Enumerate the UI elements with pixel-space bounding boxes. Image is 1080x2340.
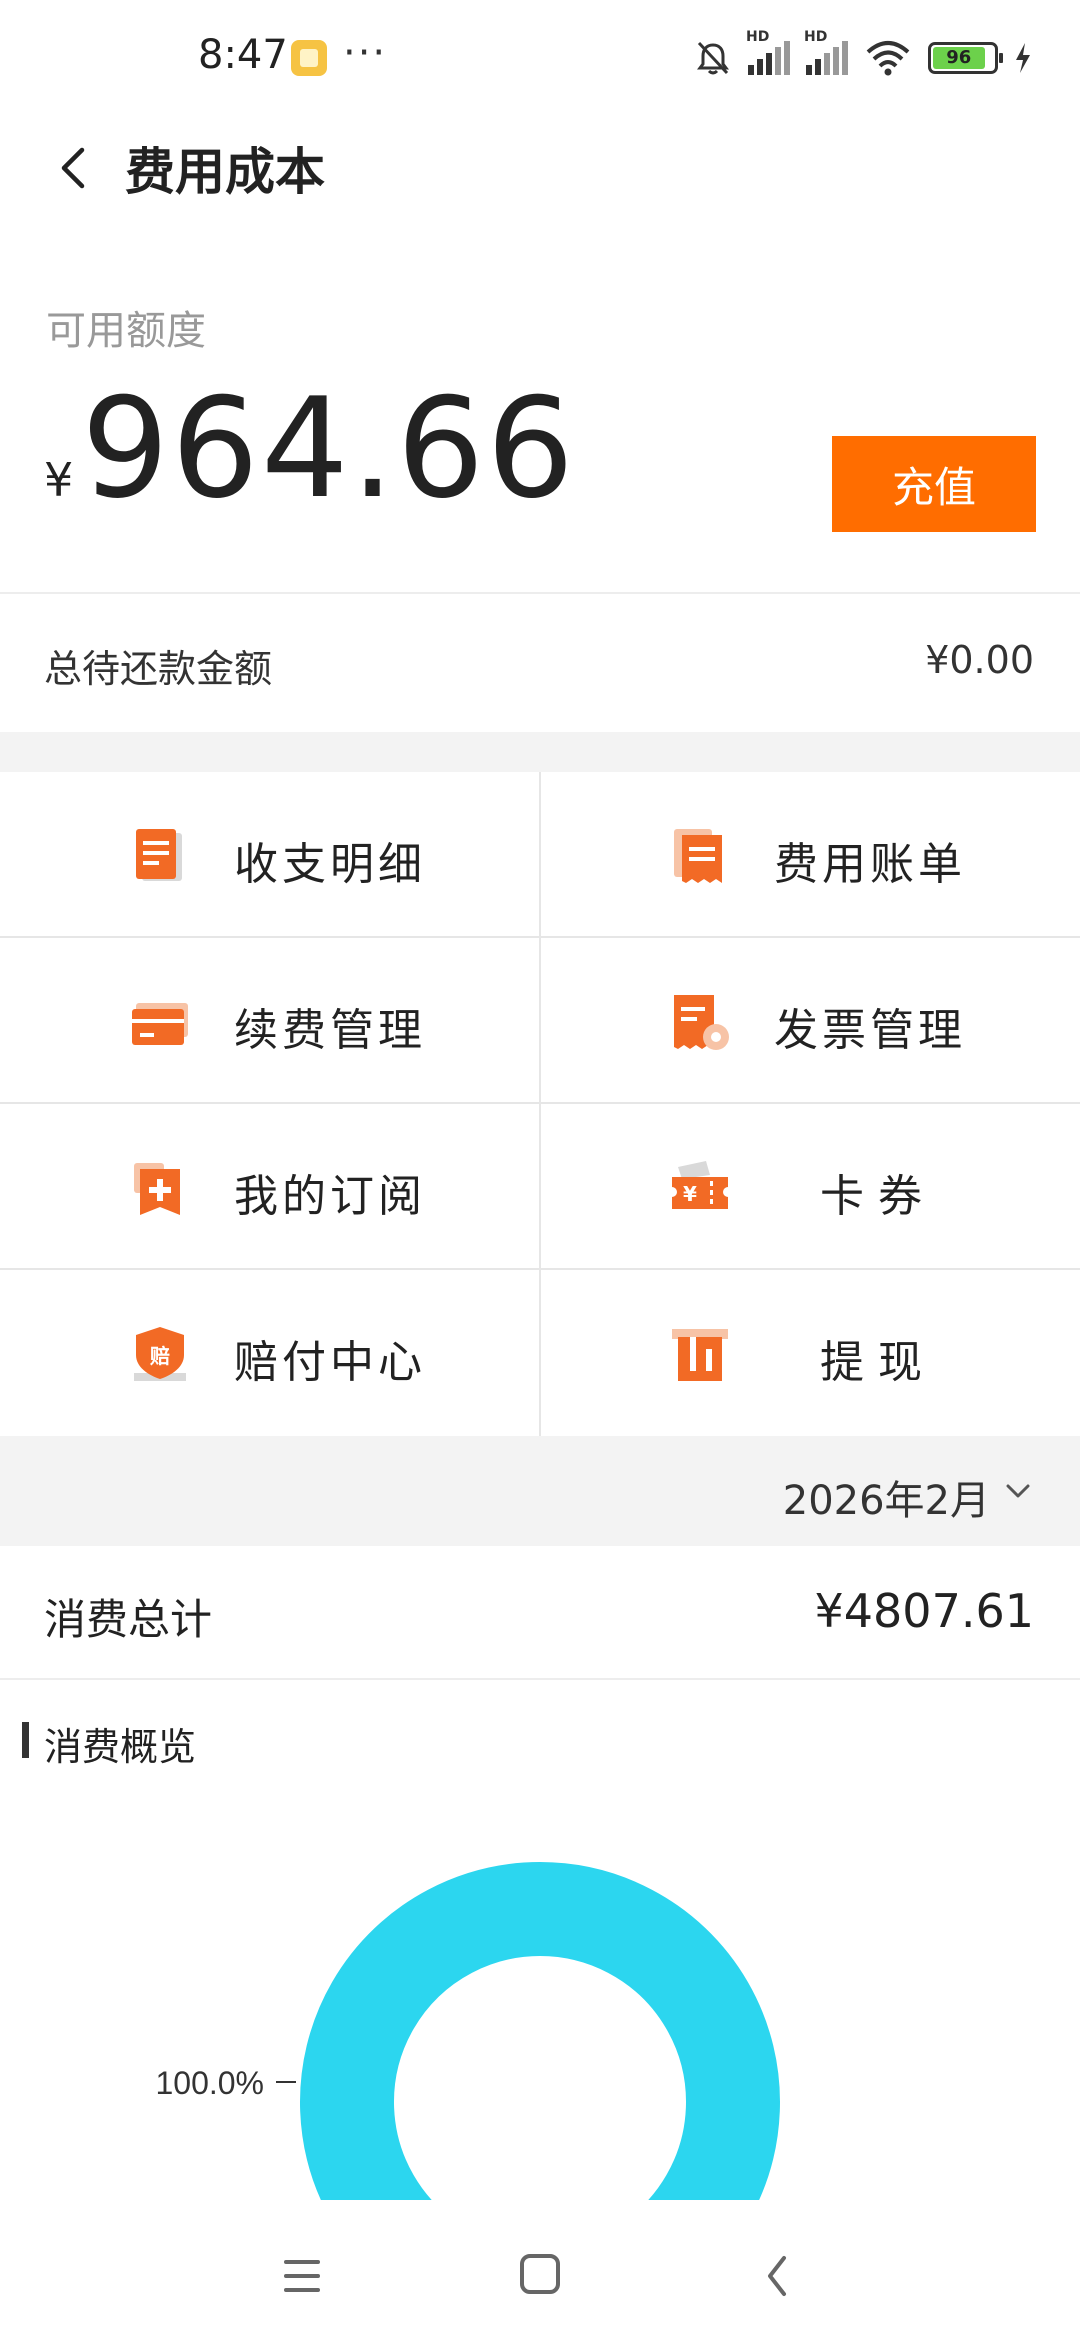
menu-item-bills[interactable]: 费用账单 xyxy=(540,772,1080,938)
total-debt-label: 总待还款金额 xyxy=(44,647,273,691)
hd-badge-2: HD xyxy=(804,29,828,45)
signal-1-icon: HD xyxy=(746,29,790,75)
subscription-plus-icon xyxy=(134,1163,180,1215)
menu-item-invoice-management[interactable]: 发票管理 xyxy=(540,938,1080,1104)
document-list-icon xyxy=(136,829,182,881)
signal-2-icon: HD xyxy=(804,29,848,75)
consumption-total-label: 消费总计 xyxy=(44,1595,213,1644)
slice-label: 100.0% xyxy=(155,2065,264,2101)
total-debt-value: ¥0.00 xyxy=(925,638,1034,682)
recharge-button[interactable]: 充值 xyxy=(832,436,1036,532)
svg-text:¥: ¥ xyxy=(683,1182,697,1206)
total-debt-row: 总待还款金额 ¥0.00 xyxy=(0,594,1080,730)
donut-chart: 100.0% xyxy=(155,1862,780,2200)
invoice-gear-icon xyxy=(674,995,729,1050)
menu-item-compensation-center[interactable]: 赔 赔付中心 xyxy=(0,1270,540,1436)
menu-item-renewal-management[interactable]: 续费管理 xyxy=(0,938,540,1104)
status-time: 8:47 xyxy=(198,32,288,78)
mute-bell-icon xyxy=(697,41,729,75)
home-nav-button[interactable] xyxy=(510,2248,570,2304)
menu-item-label: 费用账单 xyxy=(774,839,966,890)
home-square-icon xyxy=(520,2254,560,2294)
available-credit: ¥ 964.66 xyxy=(44,380,576,530)
chevron-left-icon xyxy=(61,147,85,189)
card-icon xyxy=(132,1003,188,1045)
hd-badge-1: HD xyxy=(746,29,770,45)
chevron-down-icon xyxy=(1006,1484,1030,1498)
bill-icon xyxy=(674,829,722,883)
battery-level: 96 xyxy=(933,47,985,69)
period-selector[interactable]: 2026年2月 xyxy=(0,1436,1080,1546)
notes-app-icon xyxy=(291,40,327,76)
consumption-total-value: ¥4807.61 xyxy=(814,1584,1035,1638)
consumption-overview-chart: 100.0% xyxy=(0,1780,1080,2200)
svg-text:赔: 赔 xyxy=(150,1344,170,1368)
page-title: 费用成本 xyxy=(125,143,325,201)
menu-item-transaction-details[interactable]: 收支明细 xyxy=(0,772,540,938)
menu-item-label: 我的订阅 xyxy=(234,1171,426,1222)
withdraw-icon xyxy=(672,1329,728,1381)
more-notifications-icon: ··· xyxy=(343,30,388,76)
currency-symbol: ¥ xyxy=(44,453,74,507)
back-nav-button[interactable] xyxy=(748,2248,808,2304)
system-navigation-bar xyxy=(0,2210,1080,2340)
menu-item-label: 提现 xyxy=(820,1337,936,1388)
section-title: 消费概览 xyxy=(44,1725,197,1769)
available-credit-label: 可用额度 xyxy=(46,308,206,354)
back-button[interactable] xyxy=(44,128,104,208)
back-triangle-icon xyxy=(768,2256,786,2296)
divider xyxy=(0,1678,1080,1680)
section-gap xyxy=(0,732,1080,772)
compensation-shield-icon: 赔 xyxy=(134,1327,186,1381)
menu-item-coupons[interactable]: ¥ 卡券 xyxy=(540,1104,1080,1270)
consumption-total-row: 消费总计 ¥4807.61 xyxy=(0,1546,1080,1678)
menu-item-label: 收支明细 xyxy=(234,839,426,890)
feature-menu-grid: 收支明细 费用账单 续费管理 发票管理 我的订阅 ¥ 卡券 赔 赔付中心 提现 xyxy=(0,772,1080,1436)
section-title-marker xyxy=(22,1722,29,1758)
available-credit-amount: 964.66 xyxy=(81,368,577,529)
menu-item-withdraw[interactable]: 提现 xyxy=(540,1270,1080,1436)
menu-icon xyxy=(284,2260,320,2292)
header: 费用成本 xyxy=(0,118,1080,278)
menu-item-label: 卡券 xyxy=(820,1171,936,1222)
wifi-icon xyxy=(866,41,910,76)
menu-item-my-subscriptions[interactable]: 我的订阅 xyxy=(0,1104,540,1270)
battery-icon: 96 xyxy=(928,42,1003,74)
coupon-icon: ¥ xyxy=(672,1161,728,1209)
menu-nav-button[interactable] xyxy=(272,2248,332,2304)
menu-item-label: 赔付中心 xyxy=(234,1337,426,1388)
donut-slice xyxy=(300,1862,780,2200)
period-value: 2026年2月 xyxy=(782,1478,990,1524)
status-indicators: HD HD 96 xyxy=(694,29,1032,80)
status-bar: 8:47 ··· HD HD 96 xyxy=(0,0,1080,118)
page: 8:47 ··· HD HD 96 费用成本 可用额度 ¥ 964.66 充值 … xyxy=(0,0,1080,2340)
menu-item-label: 发票管理 xyxy=(774,1005,966,1056)
charging-bolt-icon xyxy=(1016,43,1030,73)
menu-item-label: 续费管理 xyxy=(234,1005,426,1056)
